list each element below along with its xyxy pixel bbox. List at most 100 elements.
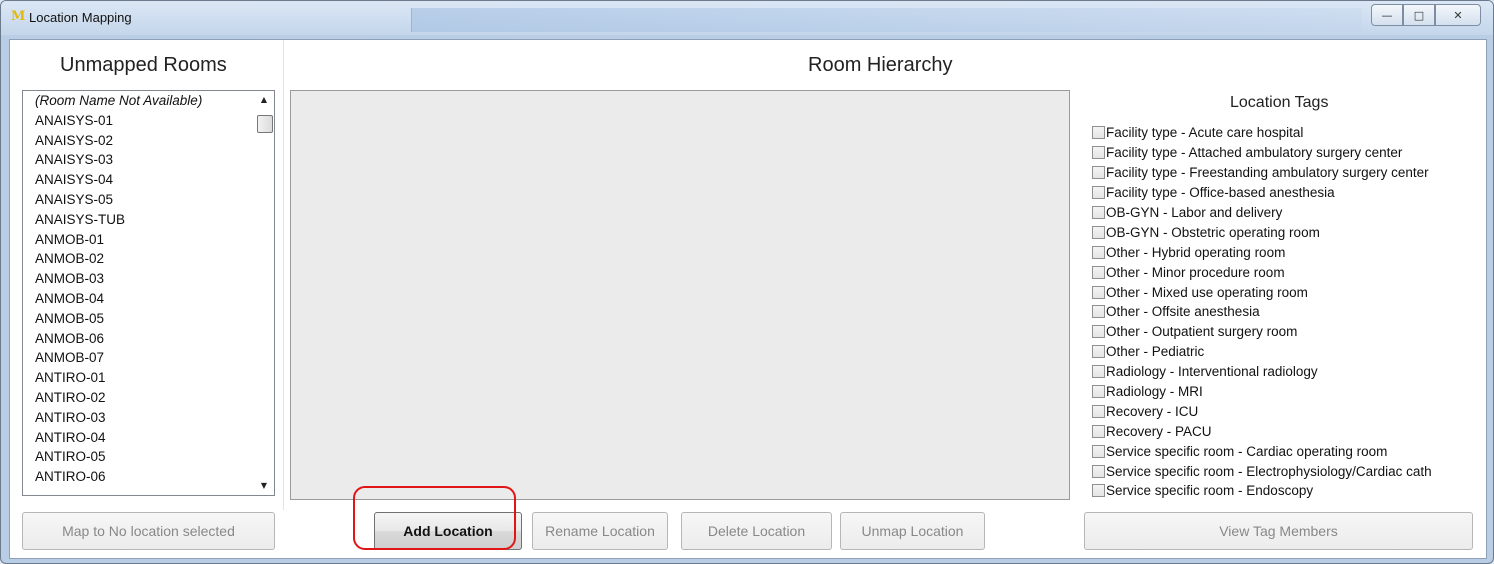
tag-checkbox[interactable]: [1092, 285, 1105, 299]
location-tag-item[interactable]: Radiology - MRI: [1092, 382, 1482, 402]
delete-location-button[interactable]: Delete Location: [681, 512, 832, 550]
maximize-icon: □: [1413, 8, 1425, 22]
room-list-item[interactable]: ANAISYS-03: [23, 150, 252, 170]
room-list-item[interactable]: ANMOB-07: [23, 348, 252, 368]
location-tag-item[interactable]: Other - Mixed use operating room: [1092, 282, 1482, 302]
room-list-item[interactable]: ANAISYS-05: [23, 190, 252, 210]
room-list-item[interactable]: (Room Name Not Available): [23, 91, 252, 111]
location-mapping-window: M Location Mapping — □ ✕ Unmapped Rooms …: [0, 0, 1494, 564]
tag-checkbox[interactable]: [1092, 186, 1105, 200]
tag-checkbox[interactable]: [1092, 365, 1105, 379]
tag-checkbox[interactable]: [1092, 345, 1105, 359]
location-tag-item[interactable]: Facility type - Attached ambulatory surg…: [1092, 143, 1482, 163]
tag-label: Facility type - Office-based anesthesia: [1106, 185, 1335, 201]
room-list-item[interactable]: ANAISYS-TUB: [23, 210, 252, 230]
tag-checkbox[interactable]: [1092, 464, 1105, 478]
room-list-item[interactable]: ANTIRO-04: [23, 428, 252, 448]
location-tag-item[interactable]: OB-GYN - Labor and delivery: [1092, 203, 1482, 223]
location-tag-item[interactable]: Service specific room - Electrophysiolog…: [1092, 461, 1482, 481]
tag-checkbox[interactable]: [1092, 166, 1105, 180]
tag-checkbox[interactable]: [1092, 265, 1105, 279]
tag-checkbox[interactable]: [1092, 225, 1105, 239]
room-hierarchy-heading: Room Hierarchy: [808, 54, 953, 76]
room-list-item[interactable]: ANTIRO-06: [23, 467, 252, 487]
room-list-item[interactable]: ANMOB-05: [23, 309, 252, 329]
location-tag-item[interactable]: Other - Pediatric: [1092, 342, 1482, 362]
room-list-item[interactable]: ANMOB-02: [23, 249, 252, 269]
tag-checkbox[interactable]: [1092, 444, 1105, 458]
location-tag-item[interactable]: OB-GYN - Obstetric operating room: [1092, 222, 1482, 242]
unmapped-rooms-heading: Unmapped Rooms: [60, 54, 227, 76]
title-bar[interactable]: M Location Mapping — □ ✕: [1, 1, 1493, 35]
room-list-item[interactable]: ANTIRO-05: [23, 447, 252, 467]
location-tag-item[interactable]: Recovery - PACU: [1092, 421, 1482, 441]
location-tag-item[interactable]: Facility type - Freestanding ambulatory …: [1092, 163, 1482, 183]
room-list-item[interactable]: ANTIRO-01: [23, 368, 252, 388]
room-list-item[interactable]: ANMOB-03: [23, 269, 252, 289]
tag-label: Facility type - Freestanding ambulatory …: [1106, 165, 1429, 181]
room-list-item[interactable]: ANTIRO-02: [23, 388, 252, 408]
tag-label: Service specific room - Cardiac operatin…: [1106, 443, 1388, 459]
room-list-item[interactable]: ANTIRO-03: [23, 408, 252, 428]
room-list-item[interactable]: ANAISYS-02: [23, 131, 252, 151]
location-tag-item[interactable]: Recovery - ICU: [1092, 401, 1482, 421]
app-logo-icon: M: [11, 9, 26, 24]
tag-checkbox[interactable]: [1092, 404, 1105, 418]
location-tag-item[interactable]: Other - Outpatient surgery room: [1092, 322, 1482, 342]
location-tag-item[interactable]: Other - Offsite anesthesia: [1092, 302, 1482, 322]
window-controls: — □ ✕: [1371, 4, 1481, 26]
location-tag-item[interactable]: Other - Minor procedure room: [1092, 262, 1482, 282]
close-button[interactable]: ✕: [1435, 4, 1481, 26]
location-tag-item[interactable]: Radiology - Interventional radiology: [1092, 362, 1482, 382]
tag-checkbox[interactable]: [1092, 385, 1105, 399]
tag-label: Service specific room - Endoscopy: [1106, 483, 1314, 499]
tag-checkbox[interactable]: [1092, 325, 1105, 339]
room-list-item[interactable]: ANMOB-04: [23, 289, 252, 309]
tag-checkbox[interactable]: [1092, 424, 1105, 438]
scroll-down-icon[interactable]: ▼: [257, 479, 271, 493]
view-tag-members-button[interactable]: View Tag Members: [1084, 512, 1473, 550]
room-list-item[interactable]: ANAISYS-01: [23, 111, 252, 131]
column-divider: [283, 40, 284, 510]
tag-label: Other - Pediatric: [1106, 344, 1205, 360]
tag-label: Other - Outpatient surgery room: [1106, 324, 1298, 340]
location-tags-list: Facility type - Acute care hospital Facil…: [1092, 123, 1482, 503]
room-list-item[interactable]: ANMOB-01: [23, 230, 252, 250]
tag-label: Service specific room - Electrophysiolog…: [1106, 463, 1432, 479]
map-to-location-button[interactable]: Map to No location selected: [22, 512, 275, 550]
tag-checkbox[interactable]: [1092, 484, 1105, 498]
tag-checkbox[interactable]: [1092, 305, 1105, 319]
room-list-item[interactable]: ANMOB-06: [23, 329, 252, 349]
tag-label: Other - Minor procedure room: [1106, 264, 1285, 280]
tag-checkbox[interactable]: [1092, 206, 1105, 219]
title-bar-background-overlay: [411, 8, 1362, 32]
tag-label: OB-GYN - Labor and delivery: [1106, 205, 1283, 220]
room-hierarchy-tree[interactable]: [290, 90, 1070, 500]
tag-label: Other - Mixed use operating room: [1106, 284, 1308, 300]
scroll-up-icon[interactable]: ▲: [257, 93, 271, 107]
tag-label: Radiology - Interventional radiology: [1106, 364, 1318, 380]
unmapped-rooms-items: (Room Name Not Available) ANAISYS-01 ANAIS…: [23, 91, 252, 495]
unmapped-rooms-list[interactable]: (Room Name Not Available) ANAISYS-01 ANAIS…: [22, 90, 275, 496]
scroll-thumb[interactable]: [257, 115, 273, 133]
add-location-button[interactable]: Add Location: [374, 512, 522, 550]
tag-checkbox[interactable]: [1092, 146, 1105, 160]
rename-location-button[interactable]: Rename Location: [532, 512, 668, 550]
location-tag-item[interactable]: Facility type - Office-based anesthesia: [1092, 183, 1482, 203]
tag-label: Other - Hybrid operating room: [1106, 244, 1286, 260]
unmap-location-button[interactable]: Unmap Location: [840, 512, 985, 550]
tag-label: OB-GYN - Obstetric operating room: [1106, 224, 1320, 240]
location-tag-item[interactable]: Service specific room - Cardiac operatin…: [1092, 441, 1482, 461]
room-list-item[interactable]: ANAISYS-04: [23, 170, 252, 190]
rooms-scrollbar[interactable]: ▲ ▼: [254, 91, 274, 495]
tag-label: Recovery - PACU: [1106, 423, 1212, 439]
location-tags-heading: Location Tags: [1230, 94, 1329, 111]
tag-label: Facility type - Attached ambulatory surg…: [1106, 145, 1403, 161]
minimize-button[interactable]: —: [1371, 4, 1403, 26]
maximize-button[interactable]: □: [1403, 4, 1435, 26]
location-tag-item[interactable]: Facility type - Acute care hospital: [1092, 123, 1482, 143]
tag-checkbox[interactable]: [1092, 126, 1105, 140]
location-tag-item[interactable]: Service specific room - Endoscopy: [1092, 481, 1482, 501]
tag-checkbox[interactable]: [1092, 245, 1105, 259]
location-tag-item[interactable]: Other - Hybrid operating room: [1092, 242, 1482, 262]
